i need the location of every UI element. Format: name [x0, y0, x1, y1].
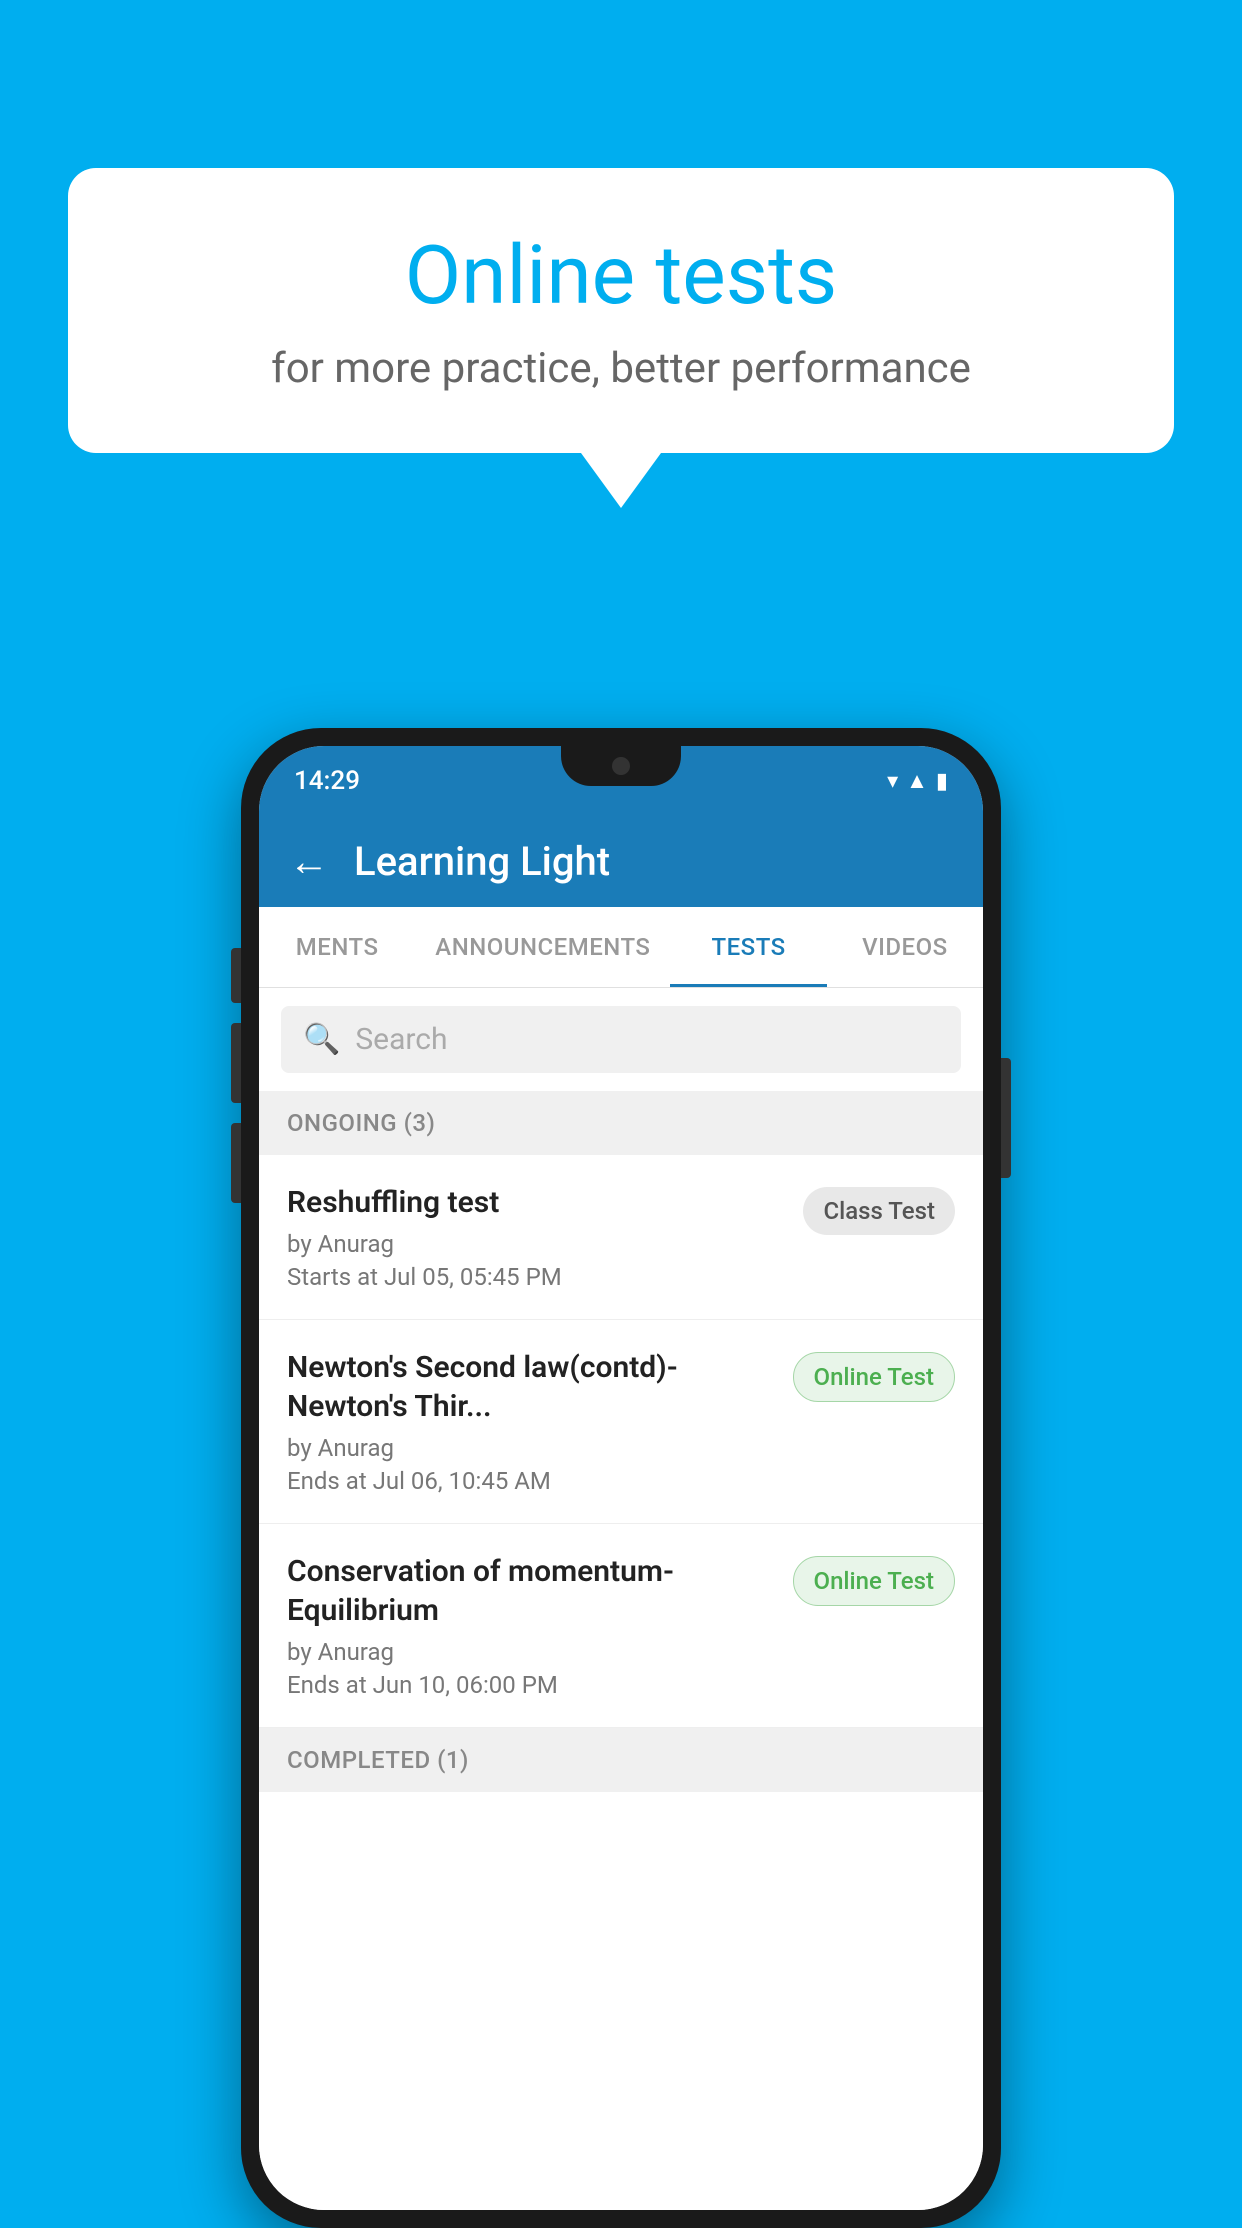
speech-bubble: Online tests for more practice, better p… — [68, 168, 1174, 453]
test-author: by Anurag — [287, 1638, 778, 1666]
front-camera — [612, 757, 630, 775]
status-time: 14:29 — [294, 766, 360, 796]
power-button[interactable] — [1001, 1058, 1011, 1178]
app-title: Learning Light — [354, 838, 610, 885]
status-badge: Class Test — [803, 1187, 955, 1235]
test-name: Reshuffling test — [287, 1183, 788, 1222]
search-icon: 🔍 — [303, 1022, 340, 1057]
tests-list: Reshuffling test by Anurag Starts at Jul… — [259, 1155, 983, 2210]
speech-bubble-title: Online tests — [148, 228, 1094, 324]
test-content: Reshuffling test by Anurag Starts at Jul… — [287, 1183, 788, 1291]
test-author: by Anurag — [287, 1230, 788, 1258]
wifi-icon: ▾ — [887, 769, 898, 794]
volume-down-button[interactable] — [231, 1123, 241, 1203]
test-time: Starts at Jul 05, 05:45 PM — [287, 1263, 788, 1291]
status-badge: Online Test — [793, 1352, 955, 1402]
test-name: Conservation of momentum-Equilibrium — [287, 1552, 778, 1630]
back-button[interactable]: ← — [289, 838, 329, 885]
list-item[interactable]: Conservation of momentum-Equilibrium by … — [259, 1524, 983, 1728]
test-content: Conservation of momentum-Equilibrium by … — [287, 1552, 778, 1699]
search-input[interactable]: Search — [355, 1022, 447, 1057]
phone-notch — [561, 746, 681, 786]
status-icons: ▾ ▲ ▮ — [887, 768, 948, 794]
ongoing-section-label: ONGOING (3) — [259, 1091, 983, 1155]
test-author: by Anurag — [287, 1434, 778, 1462]
test-content: Newton's Second law(contd)-Newton's Thir… — [287, 1348, 778, 1495]
test-time: Ends at Jul 06, 10:45 AM — [287, 1467, 778, 1495]
phone-frame: 14:29 ▾ ▲ ▮ ← Learning Light MENTS ANNOU… — [241, 728, 1001, 2228]
search-input-wrapper[interactable]: 🔍 Search — [281, 1006, 961, 1073]
list-item[interactable]: Newton's Second law(contd)-Newton's Thir… — [259, 1320, 983, 1524]
tab-ments[interactable]: MENTS — [259, 907, 415, 987]
signal-icon: ▲ — [906, 768, 928, 794]
completed-section-label: COMPLETED (1) — [259, 1728, 983, 1792]
volume-mute-button[interactable] — [231, 948, 241, 1003]
status-bar: 14:29 ▾ ▲ ▮ — [259, 746, 983, 816]
tab-videos[interactable]: VIDEOS — [827, 907, 983, 987]
test-time: Ends at Jun 10, 06:00 PM — [287, 1671, 778, 1699]
tabs-bar: MENTS ANNOUNCEMENTS TESTS VIDEOS — [259, 907, 983, 988]
test-name: Newton's Second law(contd)-Newton's Thir… — [287, 1348, 778, 1426]
tab-announcements[interactable]: ANNOUNCEMENTS — [415, 907, 670, 987]
app-header: ← Learning Light — [259, 816, 983, 907]
speech-bubble-tail — [581, 453, 661, 508]
battery-icon: ▮ — [936, 769, 948, 794]
speech-bubble-subtitle: for more practice, better performance — [148, 344, 1094, 393]
speech-bubble-wrapper: Online tests for more practice, better p… — [68, 168, 1174, 508]
volume-up-button[interactable] — [231, 1023, 241, 1103]
list-item[interactable]: Reshuffling test by Anurag Starts at Jul… — [259, 1155, 983, 1320]
search-container: 🔍 Search — [259, 988, 983, 1091]
phone-screen: 14:29 ▾ ▲ ▮ ← Learning Light MENTS ANNOU… — [259, 746, 983, 2210]
tab-tests[interactable]: TESTS — [670, 907, 826, 987]
status-badge: Online Test — [793, 1556, 955, 1606]
